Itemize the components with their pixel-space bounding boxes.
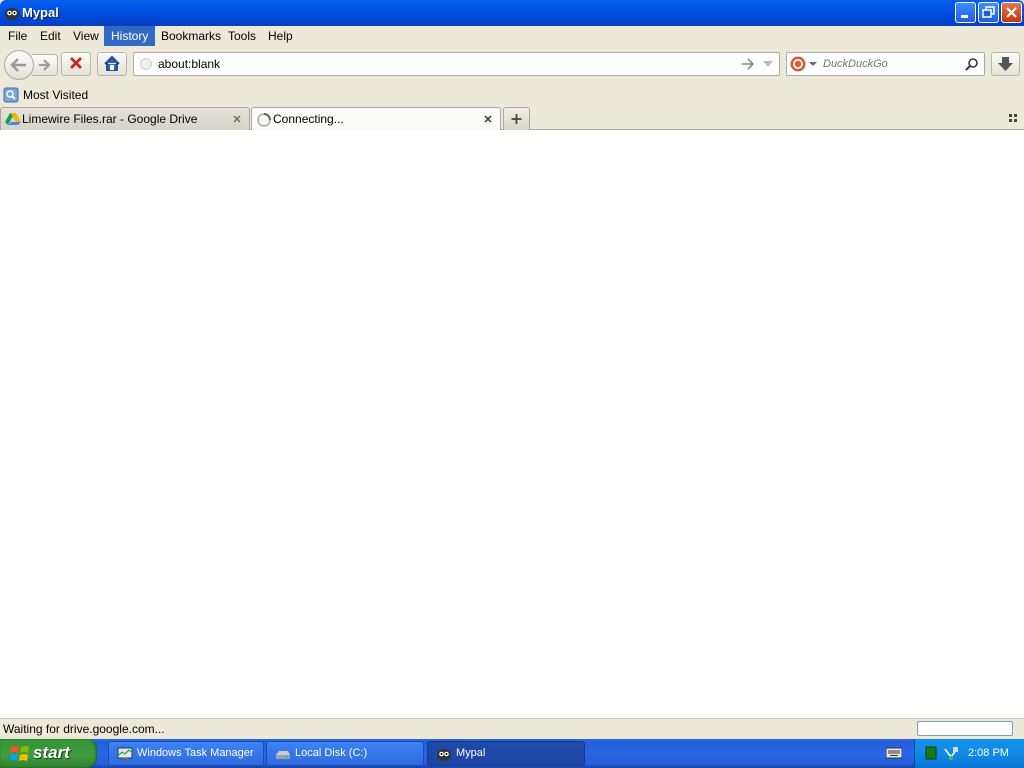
taskbar-item-label: Mypal	[456, 747, 486, 759]
bookmarks-toolbar: Most Visited	[0, 84, 1024, 106]
plus-icon	[511, 114, 522, 124]
search-engine-dropdown-icon[interactable]	[809, 62, 817, 67]
taskbar-item-mypal[interactable]: Mypal	[427, 741, 585, 766]
status-bar: Waiting for drive.google.com...	[0, 718, 1024, 739]
list-all-tabs-icon[interactable]	[1008, 112, 1020, 124]
page-identity-icon	[140, 58, 152, 70]
tab-title: Connecting...	[273, 112, 344, 126]
menu-tools[interactable]: Tools	[221, 26, 263, 46]
progress-indicator	[917, 721, 1013, 736]
menu-edit[interactable]: Edit	[33, 26, 68, 46]
menu-help[interactable]: Help	[261, 26, 300, 46]
arrow-left-icon	[10, 58, 26, 72]
close-tab-icon[interactable]	[482, 113, 494, 125]
system-tray: 2:08 PM	[914, 739, 1024, 768]
page-content[interactable]	[0, 130, 1024, 718]
keyboard-language-icon[interactable]	[886, 746, 902, 760]
downloads-button[interactable]	[991, 52, 1020, 76]
taskbar-item-local-disk[interactable]: Local Disk (C:)	[266, 741, 424, 766]
status-text: Waiting for drive.google.com...	[3, 722, 165, 736]
tab-connecting[interactable]: Connecting...	[251, 107, 501, 131]
go-arrow-icon[interactable]	[741, 58, 755, 70]
google-drive-icon	[5, 113, 21, 125]
forward-button[interactable]	[32, 54, 58, 76]
menu-file[interactable]: File	[1, 26, 34, 46]
url-bar[interactable]	[133, 52, 780, 76]
taskbar-item-label: Windows Task Manager	[137, 747, 254, 759]
taskbar: start Windows Task Manager Local Disk (C…	[0, 739, 1024, 768]
menu-view[interactable]: View	[66, 26, 106, 46]
home-button[interactable]	[97, 52, 127, 76]
task-manager-icon	[117, 747, 133, 760]
search-input[interactable]	[823, 56, 963, 72]
tray-app-icon[interactable]	[925, 746, 937, 760]
duckduckgo-icon[interactable]	[790, 56, 806, 72]
close-button[interactable]	[1001, 2, 1022, 23]
window-title: Mypal	[22, 5, 59, 20]
tab-strip: Limewire Files.rar - Google Drive Connec…	[0, 106, 1024, 131]
clock[interactable]: 2:08 PM	[968, 747, 1009, 759]
tab-title: Limewire Files.rar - Google Drive	[22, 112, 198, 126]
stop-button[interactable]	[61, 52, 91, 76]
taskbar-item-task-manager[interactable]: Windows Task Manager	[108, 741, 264, 766]
tab-google-drive[interactable]: Limewire Files.rar - Google Drive	[0, 107, 250, 130]
start-button[interactable]: start	[0, 739, 97, 768]
menu-bookmarks[interactable]: Bookmarks	[154, 26, 228, 46]
drive-icon	[276, 751, 290, 759]
mypal-icon	[437, 749, 451, 761]
back-forward-group	[4, 50, 58, 80]
back-button[interactable]	[4, 50, 34, 80]
new-tab-button[interactable]	[503, 107, 530, 130]
restore-button[interactable]	[978, 2, 999, 23]
download-arrow-icon	[998, 57, 1013, 71]
windows-logo-icon	[10, 746, 29, 761]
menu-history[interactable]: History	[104, 26, 156, 46]
navigation-toolbar	[0, 46, 1024, 84]
search-icon[interactable]	[965, 57, 979, 71]
url-history-dropdown-icon[interactable]	[762, 60, 774, 68]
network-icon[interactable]	[943, 745, 959, 761]
stop-x-icon	[70, 57, 82, 69]
arrow-right-icon	[39, 59, 51, 71]
home-icon	[104, 55, 120, 71]
window-title-bar[interactable]: Mypal	[0, 0, 1024, 26]
minimize-button[interactable]	[955, 2, 976, 23]
loading-throbber-icon	[257, 113, 271, 127]
taskbar-item-label: Local Disk (C:)	[295, 747, 368, 759]
bookmark-label: Most Visited	[23, 88, 89, 102]
menu-bar: File Edit View History Bookmarks Tools H…	[0, 26, 1024, 46]
start-label: start	[33, 743, 70, 762]
bookmarks-folder-icon	[3, 87, 19, 103]
url-input[interactable]	[158, 56, 728, 72]
search-bar[interactable]	[786, 52, 985, 76]
mypal-icon	[5, 8, 19, 20]
close-tab-icon[interactable]	[231, 113, 243, 125]
